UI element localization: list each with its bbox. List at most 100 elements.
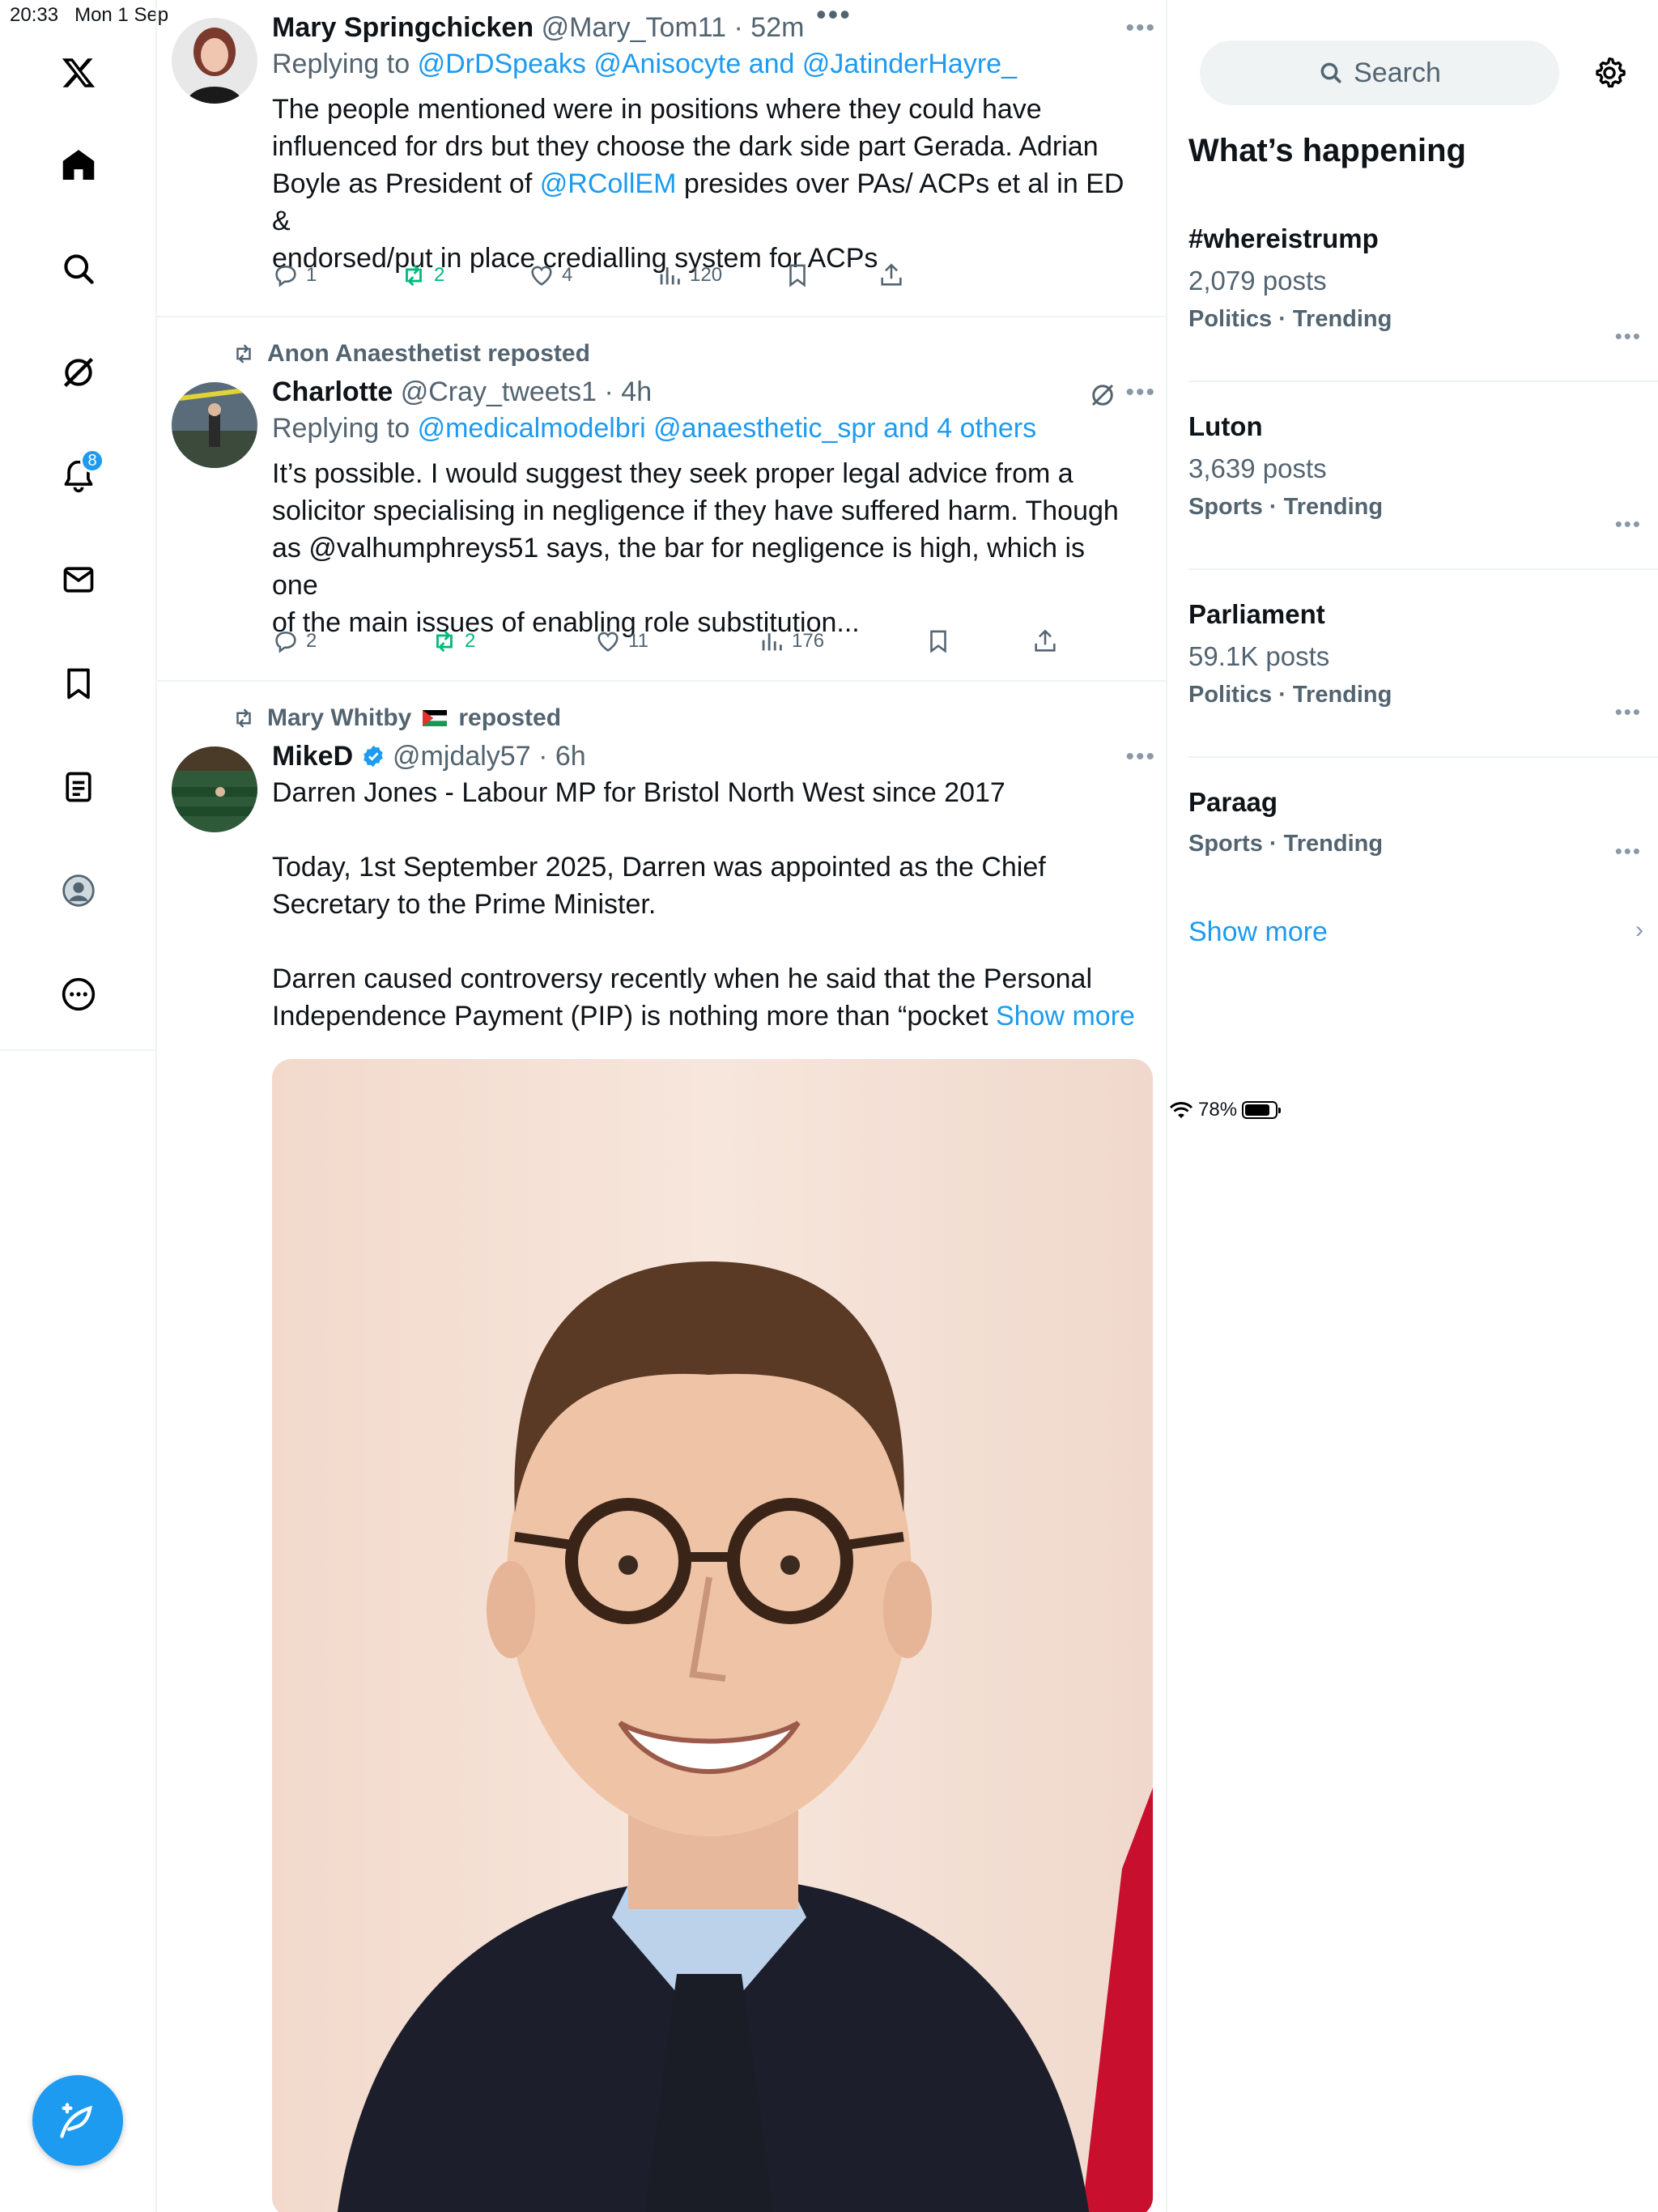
tweet-header: Mary Springchicken @Mary_Tom11 · 52m <box>272 12 805 43</box>
x-logo-icon[interactable] <box>54 49 103 97</box>
repost-context: Anon Anaesthetist reposted <box>232 340 590 368</box>
tweet-more-button[interactable]: ••• <box>1125 15 1156 42</box>
search-placeholder: Search <box>1354 57 1441 88</box>
show-more-trends-link[interactable]: Show more <box>1188 917 1328 948</box>
trend-divider <box>1188 756 1658 758</box>
author-handle[interactable]: @Mary_Tom11 <box>542 12 727 43</box>
trend-item[interactable]: Paraag Sports · Trending ••• <box>1188 787 1648 863</box>
author-name[interactable]: MikeD <box>272 741 353 772</box>
views-button[interactable]: 120 <box>656 262 722 289</box>
trend-item[interactable]: #whereistrump 2,079 posts Politics · Tre… <box>1188 223 1648 348</box>
trend-more-button[interactable]: ••• <box>1615 512 1642 537</box>
tweet-text: It’s possible. I would suggest they seek… <box>272 458 1119 638</box>
trend-category: Sports · Trending <box>1188 831 1384 857</box>
timeline-feed: Mary Springchicken @Mary_Tom11 · 52m Rep… <box>157 0 1167 2212</box>
heart-icon <box>531 266 552 286</box>
share-button[interactable] <box>1031 627 1059 655</box>
tweet-time[interactable]: 6h <box>555 741 586 772</box>
messages-envelope-icon[interactable] <box>54 555 103 604</box>
author-handle[interactable]: @Cray_tweets1 <box>401 376 597 407</box>
profile-avatar-icon[interactable] <box>54 866 103 915</box>
trend-post-count: 59.1K posts <box>1188 641 1330 671</box>
trend-more-button[interactable]: ••• <box>1615 700 1642 725</box>
share-button[interactable] <box>878 262 905 289</box>
avatar[interactable] <box>172 382 257 468</box>
explore-search-icon[interactable] <box>54 245 103 293</box>
trend-category: Politics · Trending <box>1188 682 1392 708</box>
replying-to: Replying to @DrDSpeaks @Anisocyte and @J… <box>272 49 1017 79</box>
views-chart-icon <box>660 267 680 285</box>
search-input[interactable]: Search <box>1200 40 1559 105</box>
repost-icon <box>236 344 251 364</box>
tweet-miked[interactable]: Mary Whitby reposted MikeD @mjdaly57 · 6… <box>157 682 1166 2212</box>
trend-more-button[interactable]: ••• <box>1615 839 1642 864</box>
tweet-more-button[interactable]: ••• <box>1125 379 1156 406</box>
bookmark-button[interactable] <box>925 627 952 655</box>
trend-post-count: 3,639 posts <box>1188 453 1327 483</box>
verified-badge-icon <box>363 745 383 768</box>
home-icon[interactable] <box>54 141 103 189</box>
repost-button[interactable]: 2 <box>431 627 475 655</box>
palestine-flag-icon <box>423 710 448 726</box>
repost-icon <box>436 631 453 652</box>
tweet-text: The people mentioned were in positions w… <box>272 94 1124 274</box>
trend-divider <box>1188 568 1658 570</box>
compose-post-button[interactable] <box>32 2075 123 2166</box>
trend-divider <box>1188 381 1658 382</box>
reply-button[interactable]: 2 <box>272 627 317 655</box>
reply-mentions-link[interactable]: @DrDSpeaks @Anisocyte and @JatinderHayre… <box>418 49 1017 79</box>
compose-feather-icon <box>60 2103 92 2138</box>
author-handle[interactable]: @mjdaly57 <box>393 741 531 772</box>
tweet-mary-springchicken[interactable]: Mary Springchicken @Mary_Tom11 · 52m Rep… <box>157 0 1166 317</box>
trend-category: Sports · Trending <box>1188 494 1384 520</box>
views-chart-icon <box>762 633 782 651</box>
search-icon <box>1320 62 1341 83</box>
tweet-header: MikeD @mjdaly57 · 6h <box>272 741 586 772</box>
replying-to: Replying to @medicalmodelbri @anaestheti… <box>272 413 1037 444</box>
author-name[interactable]: Mary Springchicken <box>272 12 534 43</box>
reply-button[interactable]: 1 <box>272 262 317 289</box>
avatar[interactable] <box>172 18 257 104</box>
tweet-photo[interactable] <box>272 1059 1153 2212</box>
notification-badge: 8 <box>80 449 104 473</box>
tweet-time[interactable]: 52m <box>750 12 804 43</box>
right-sidebar: Search What’s happening #whereistrump 2,… <box>1169 0 1658 2212</box>
trend-item[interactable]: Luton 3,639 posts Sports · Trending ••• <box>1188 411 1648 536</box>
left-nav: 8 <box>0 0 157 2212</box>
trend-title: Luton <box>1188 411 1263 441</box>
chevron-right-icon: › <box>1635 917 1643 943</box>
views-button[interactable]: 176 <box>758 627 824 655</box>
reply-mentions-link[interactable]: @medicalmodelbri @anaesthetic_spr and 4 … <box>418 413 1037 444</box>
like-button[interactable]: 11 <box>594 627 648 655</box>
trend-category: Politics · Trending <box>1188 306 1392 332</box>
author-name[interactable]: Charlotte <box>272 376 393 407</box>
grok-explain-icon[interactable] <box>1088 381 1117 410</box>
trend-title: Paraag <box>1188 787 1278 817</box>
whats-happening-heading: What’s happening <box>1188 133 1466 168</box>
trend-title: Parliament <box>1188 599 1325 629</box>
heart-icon <box>597 632 619 652</box>
trend-item[interactable]: Parliament 59.1K posts Politics · Trendi… <box>1188 599 1648 724</box>
bookmark-button[interactable] <box>784 262 811 289</box>
more-options-icon[interactable] <box>54 970 103 1019</box>
share-icon <box>881 263 902 286</box>
grok-icon[interactable] <box>54 348 103 397</box>
tweet-charlotte[interactable]: Anon Anaesthetist reposted Charlotte @Cr… <box>157 317 1166 682</box>
repost-icon <box>236 708 251 728</box>
tweet-time[interactable]: 4h <box>621 376 652 407</box>
mention-link[interactable]: @RCollEM <box>540 168 677 199</box>
notifications-bell-icon[interactable]: 8 <box>54 449 104 500</box>
tweet-more-button[interactable]: ••• <box>1125 743 1156 771</box>
bookmarks-icon[interactable] <box>54 659 103 708</box>
share-icon <box>1035 629 1056 652</box>
like-button[interactable]: 4 <box>528 262 572 289</box>
nav-divider <box>0 1049 157 1051</box>
repost-button[interactable]: 2 <box>400 262 444 289</box>
avatar[interactable] <box>172 747 257 832</box>
lists-icon[interactable] <box>54 763 103 811</box>
settings-gear-icon[interactable] <box>1585 49 1634 97</box>
reply-icon <box>275 632 296 653</box>
show-more-link[interactable]: Show more <box>996 1001 1135 1032</box>
trend-more-button[interactable]: ••• <box>1615 324 1642 349</box>
trend-post-count: 2,079 posts <box>1188 266 1327 296</box>
